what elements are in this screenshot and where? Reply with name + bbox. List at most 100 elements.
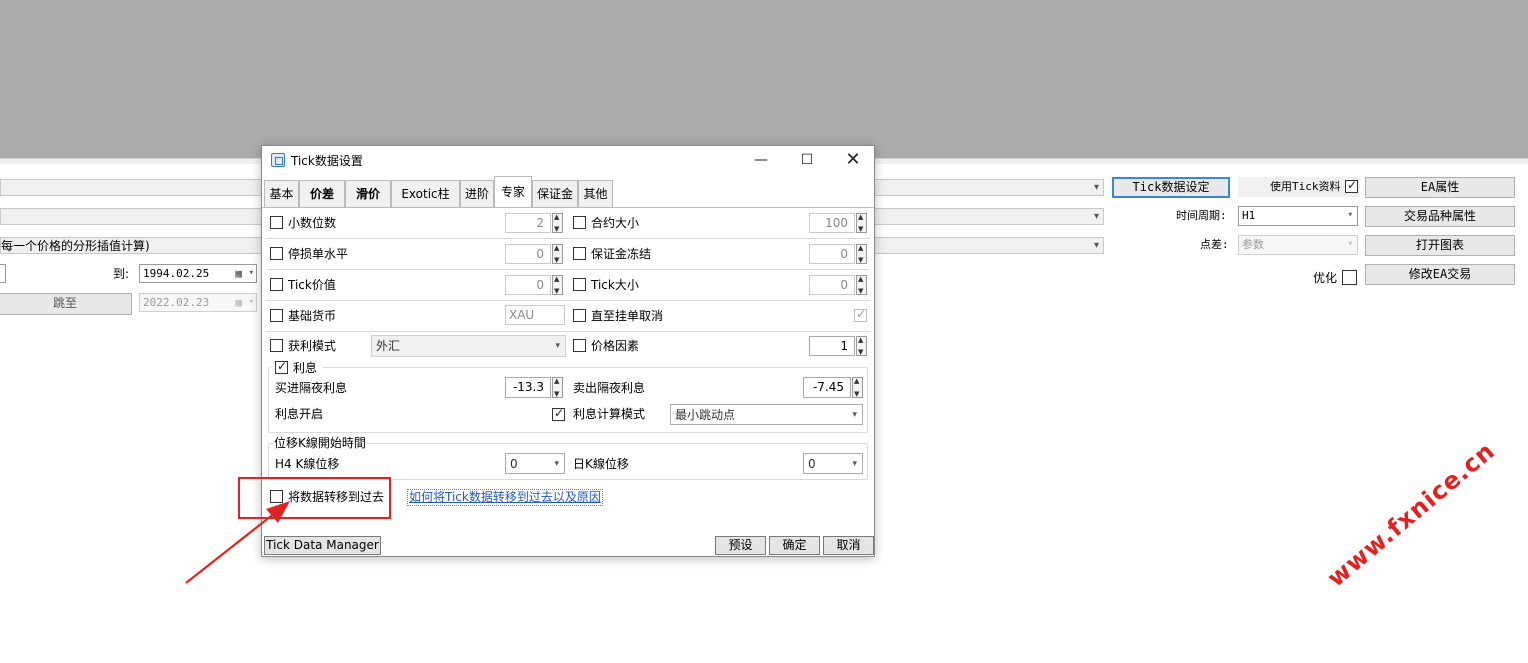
- freeze-label: 保证金冻结: [591, 247, 652, 261]
- swap-buy-label: 买进隔夜利息: [275, 381, 348, 395]
- chevron-down-icon: ▾: [555, 341, 560, 351]
- chevron-down-icon[interactable]: ▾: [249, 265, 254, 282]
- row-digits: [266, 208, 870, 239]
- ticksize-spinner[interactable]: [856, 275, 867, 295]
- spread-select[interactable]: 参数 ▾: [1238, 235, 1358, 255]
- swap-calcmode-label: 利息计算模式: [573, 407, 646, 421]
- row-tickvalue: [266, 270, 870, 301]
- basecurrency-label: 基础货币: [288, 309, 337, 323]
- swap-checkbox[interactable]: [275, 359, 288, 374]
- minimize-icon[interactable]: —: [738, 146, 784, 176]
- period-select[interactable]: H1 ▾: [1238, 206, 1358, 226]
- model-select-label: 每一个价格的分形插值计算): [1, 239, 150, 253]
- shift-d1-select[interactable]: 0 ▾: [803, 453, 863, 474]
- contract-input[interactable]: 100: [809, 213, 855, 233]
- chevron-down-icon: ▾: [852, 459, 857, 469]
- symbol-properties-button[interactable]: 交易品种属性: [1365, 206, 1515, 227]
- period-value: H1: [1242, 209, 1256, 222]
- swap-buy-spinner[interactable]: [552, 377, 563, 398]
- chevron-down-icon: ▾: [248, 297, 254, 307]
- tab-expert[interactable]: 专家: [494, 176, 532, 208]
- shift-h4-value: 0: [510, 457, 518, 471]
- swap-group-label: 利息: [293, 361, 318, 375]
- ea-properties-button[interactable]: EA属性: [1365, 177, 1515, 198]
- digits-spinner[interactable]: [552, 213, 563, 233]
- stoplevel-checkbox[interactable]: [270, 247, 283, 260]
- chevron-down-icon: ▾: [852, 410, 857, 420]
- swap-sell-spinner[interactable]: [852, 377, 863, 398]
- date-to-field[interactable]: 1994.02.25 ▦ ▾: [139, 264, 257, 283]
- gtc-value-checkbox[interactable]: [854, 307, 867, 322]
- use-tick-checkbox[interactable]: [1345, 178, 1358, 193]
- stoplevel-spinner[interactable]: [552, 244, 563, 264]
- calendar-icon[interactable]: ▦: [235, 265, 242, 282]
- chart-area: [0, 0, 1528, 158]
- tickvalue-spinner[interactable]: [552, 275, 563, 295]
- ticksize-label: Tick大小: [591, 278, 639, 292]
- basecurrency-input[interactable]: XAU: [505, 305, 565, 325]
- tab-exotic[interactable]: Exotic柱: [391, 180, 460, 208]
- freeze-spinner[interactable]: [856, 244, 867, 264]
- contract-label: 合约大小: [591, 216, 640, 230]
- to-label: 到:: [113, 267, 130, 281]
- freeze-checkbox[interactable]: [573, 247, 586, 260]
- swap-calcmode-value: 最小跳动点: [675, 408, 736, 422]
- row-basecurrency: [266, 301, 870, 332]
- help-link[interactable]: 如何将Tick数据转移到过去以及原因: [407, 489, 603, 506]
- gtc-label: 直至挂单取消: [591, 309, 664, 323]
- chevron-down-icon: ▾: [1093, 211, 1099, 222]
- chevron-down-icon: ▾: [1347, 239, 1353, 249]
- spread-label: 点差:: [1200, 238, 1229, 251]
- swap-enable-label: 利息开启: [275, 407, 324, 421]
- swap-calcmode-select[interactable]: 最小跳动点 ▾: [670, 404, 863, 425]
- pricefactor-input[interactable]: 1: [809, 336, 855, 356]
- gtc-checkbox[interactable]: [573, 309, 586, 322]
- contract-spinner[interactable]: [856, 213, 867, 233]
- digits-label: 小数位数: [288, 216, 337, 230]
- profitmode-checkbox[interactable]: [270, 339, 283, 352]
- jump-button[interactable]: 跳至: [0, 293, 132, 315]
- dialog-title: Tick数据设置: [291, 154, 363, 168]
- basecurrency-checkbox[interactable]: [270, 309, 283, 322]
- contract-checkbox[interactable]: [573, 216, 586, 229]
- modify-ea-button[interactable]: 修改EA交易: [1365, 264, 1515, 285]
- freeze-input[interactable]: 0: [809, 244, 855, 264]
- tab-other[interactable]: 其他: [578, 180, 613, 208]
- profitmode-value: 外汇: [376, 339, 401, 353]
- ticksize-checkbox[interactable]: [573, 278, 586, 291]
- stoplevel-label: 停损单水平: [288, 247, 349, 261]
- tab-spread[interactable]: 价差: [299, 180, 345, 208]
- tick-settings-button[interactable]: Tick数据设定: [1112, 177, 1230, 198]
- preset-button[interactable]: 预设: [715, 536, 766, 555]
- swap-buy-input[interactable]: -13.3: [505, 377, 551, 398]
- spread-value: 参数: [1242, 238, 1264, 251]
- shift-h4-select[interactable]: 0 ▾: [505, 453, 565, 474]
- date-from-field[interactable]: [0, 264, 6, 283]
- open-chart-button[interactable]: 打开图表: [1365, 235, 1515, 256]
- digits-input[interactable]: 2: [505, 213, 551, 233]
- tickvalue-input[interactable]: 0: [505, 275, 551, 295]
- pricefactor-spinner[interactable]: [856, 336, 867, 356]
- tab-slippage[interactable]: 滑价: [345, 180, 391, 208]
- close-icon[interactable]: ✕: [830, 146, 876, 176]
- pricefactor-checkbox[interactable]: [573, 339, 586, 352]
- ok-button[interactable]: 确定: [769, 536, 820, 555]
- tab-advanced[interactable]: 进阶: [460, 180, 494, 208]
- profitmode-select[interactable]: 外汇 ▾: [371, 335, 566, 357]
- swap-calcmode-checkbox[interactable]: [552, 406, 565, 421]
- maximize-icon[interactable]: ☐: [784, 146, 830, 176]
- cancel-button[interactable]: 取消: [823, 536, 874, 555]
- use-tick-toggle[interactable]: 使用Tick资料: [1238, 177, 1360, 197]
- tickvalue-checkbox[interactable]: [270, 278, 283, 291]
- swap-sell-input[interactable]: -7.45: [803, 377, 851, 398]
- tab-margin[interactable]: 保证金: [532, 180, 578, 208]
- shift-group-label: 位移K線開始時間: [273, 435, 367, 451]
- tab-basic[interactable]: 基本: [264, 180, 299, 208]
- row-stoplevel: [266, 239, 870, 270]
- optimize-checkbox[interactable]: [1342, 270, 1357, 285]
- digits-checkbox[interactable]: [270, 216, 283, 229]
- stoplevel-input[interactable]: 0: [505, 244, 551, 264]
- profitmode-label: 获利模式: [288, 339, 337, 353]
- pricefactor-label: 价格因素: [591, 339, 640, 353]
- ticksize-input[interactable]: 0: [809, 275, 855, 295]
